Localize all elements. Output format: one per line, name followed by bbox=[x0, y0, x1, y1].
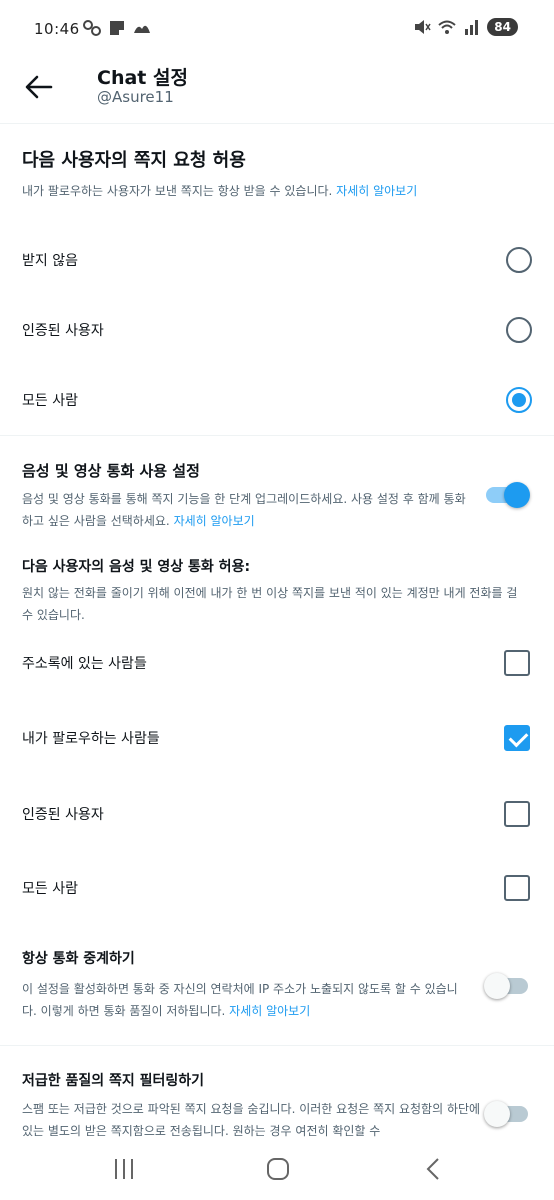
radio-button[interactable] bbox=[506, 317, 532, 343]
battery-indicator: 84 bbox=[487, 18, 518, 36]
app-icon-c bbox=[134, 25, 150, 33]
option-label: 받지 않음 bbox=[22, 253, 78, 269]
calls-allow-description: 원치 않는 전화를 줄이기 위해 이전에 내가 한 번 이상 쪽지를 보낸 적이… bbox=[22, 586, 518, 622]
header: Chat 설정 @Asure11 bbox=[0, 60, 554, 124]
call-option-following[interactable]: 내가 팔로우하는 사람들 bbox=[0, 708, 554, 768]
option-label: 인증된 사용자 bbox=[22, 323, 104, 339]
relay-title: 항상 통화 중계하기 bbox=[22, 951, 135, 967]
back-arrow-icon bbox=[25, 75, 53, 99]
message-requests-title: 다음 사용자의 쪽지 요청 허용 bbox=[22, 150, 246, 171]
home-icon bbox=[267, 1158, 289, 1180]
radio-button-selected[interactable] bbox=[506, 387, 532, 413]
back-chevron-icon bbox=[426, 1158, 439, 1180]
option-label: 모든 사람 bbox=[22, 393, 78, 409]
calls-toggle[interactable] bbox=[484, 480, 530, 510]
learn-more-link[interactable]: 자세히 알아보기 bbox=[229, 1004, 310, 1018]
status-time: 10:46 bbox=[34, 20, 80, 38]
option-label: 내가 팔로우하는 사람들 bbox=[22, 731, 160, 747]
calls-allow-title: 다음 사용자의 음성 및 영상 통화 허용: bbox=[22, 559, 251, 575]
calls-title: 음성 및 영상 통화 사용 설정 bbox=[22, 462, 200, 480]
option-label: 인증된 사용자 bbox=[22, 807, 104, 823]
call-option-verified[interactable]: 인증된 사용자 bbox=[0, 784, 554, 844]
checkbox[interactable] bbox=[504, 801, 530, 827]
recent-apps-button[interactable] bbox=[104, 1154, 144, 1184]
app-icon-b bbox=[110, 21, 124, 35]
filter-toggle[interactable] bbox=[484, 1099, 530, 1129]
option-everyone[interactable]: 모든 사람 bbox=[0, 370, 554, 430]
mute-icon bbox=[415, 20, 431, 34]
option-verified-users[interactable]: 인증된 사용자 bbox=[0, 300, 554, 360]
radio-button[interactable] bbox=[506, 247, 532, 273]
option-label: 주소록에 있는 사람들 bbox=[22, 656, 147, 672]
back-nav-button[interactable] bbox=[414, 1154, 454, 1184]
call-option-contacts[interactable]: 주소록에 있는 사람들 bbox=[0, 633, 554, 693]
divider bbox=[0, 1045, 554, 1046]
navigation-bar bbox=[0, 1140, 554, 1200]
relay-toggle[interactable] bbox=[484, 971, 530, 1001]
calls-description: 음성 및 영상 통화를 통해 쪽지 기능을 한 단계 업그레이드하세요. 사용 … bbox=[22, 492, 466, 528]
option-label: 모든 사람 bbox=[22, 881, 78, 897]
filter-title: 저급한 품질의 쪽지 필터링하기 bbox=[22, 1073, 205, 1089]
checkbox[interactable] bbox=[504, 650, 530, 676]
learn-more-link[interactable]: 자세히 알아보기 bbox=[336, 184, 417, 198]
recent-apps-icon bbox=[115, 1159, 133, 1179]
checkbox[interactable] bbox=[504, 875, 530, 901]
checkbox-checked[interactable] bbox=[504, 725, 530, 751]
signal-icon bbox=[465, 20, 479, 35]
home-button[interactable] bbox=[258, 1154, 298, 1184]
back-button[interactable] bbox=[24, 74, 54, 100]
message-requests-description: 내가 팔로우하는 사용자가 보낸 쪽지는 항상 받을 수 있습니다. 자세히 알… bbox=[22, 184, 418, 198]
app-icon-a bbox=[83, 20, 101, 36]
page-title: Chat 설정 bbox=[97, 67, 188, 89]
wifi-icon bbox=[438, 20, 456, 34]
filter-description: 스팸 또는 저급한 것으로 파악된 쪽지 요청을 숨깁니다. 이러한 요청은 쪽… bbox=[22, 1102, 481, 1138]
learn-more-link[interactable]: 자세히 알아보기 bbox=[174, 514, 255, 528]
relay-description: 이 설정을 활성화하면 통화 중 자신의 연락처에 IP 주소가 노출되지 않도… bbox=[22, 982, 458, 1018]
option-no-one[interactable]: 받지 않음 bbox=[0, 230, 554, 290]
call-option-everyone[interactable]: 모든 사람 bbox=[0, 858, 554, 918]
divider bbox=[0, 435, 554, 436]
status-bar: 10:46 84 bbox=[0, 0, 554, 60]
account-handle: @Asure11 bbox=[97, 88, 174, 106]
